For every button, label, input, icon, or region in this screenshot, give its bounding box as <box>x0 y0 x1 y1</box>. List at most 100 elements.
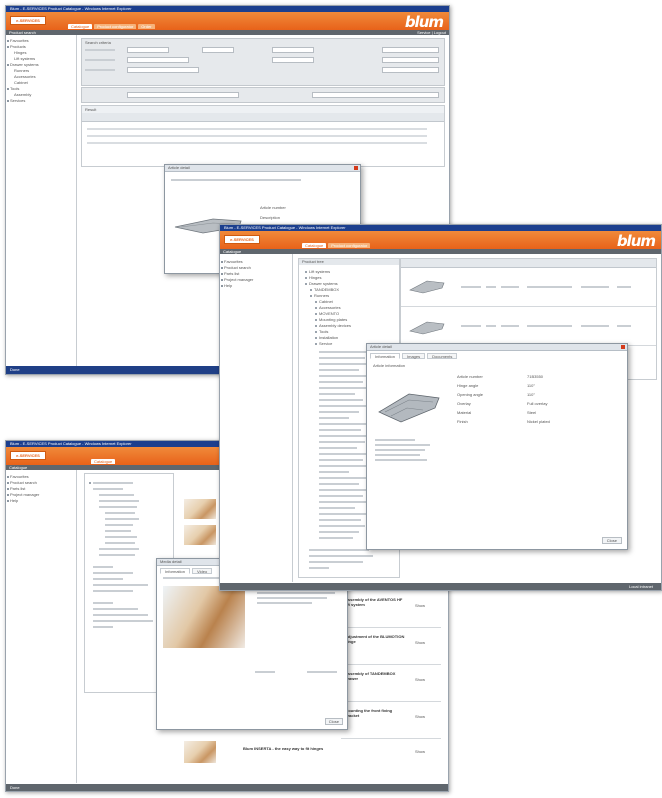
sidebar-item-label: Runners <box>14 68 30 73</box>
sidebar-item-help[interactable]: Help <box>220 283 292 289</box>
close-button[interactable]: Close <box>601 537 622 544</box>
media-title[interactable]: Assembly of the AVENTOS HF lift system <box>345 597 407 607</box>
status-text: Local intranet <box>628 584 653 589</box>
status-text: Done <box>10 785 20 790</box>
tab-information[interactable]: Information <box>160 568 191 574</box>
media-row[interactable]: Mounting the front fixing bracket Show <box>341 702 441 739</box>
bullet-icon <box>7 494 9 496</box>
show-link[interactable]: Show <box>415 603 425 608</box>
media-title[interactable]: Adjustment of the BLUMOTION hinge <box>345 634 407 644</box>
media-list: Assembly of the AVENTOS HF lift system S… <box>341 591 441 739</box>
media-title[interactable]: Mounting the front fixing bracket <box>345 708 407 718</box>
media-title[interactable]: Assembly of TANDEMBOX drawer <box>345 671 407 681</box>
media-thumbnail[interactable] <box>184 525 216 545</box>
table-row[interactable] <box>87 128 427 130</box>
tab-product-configurator[interactable]: Product configurator <box>328 243 371 248</box>
bullet-icon <box>221 261 223 263</box>
media-thumbnail[interactable] <box>184 741 216 763</box>
dialog-subtitle <box>171 179 301 181</box>
table-row[interactable] <box>401 268 656 307</box>
dialog-text <box>257 597 327 599</box>
search-input-8[interactable] <box>127 67 199 73</box>
sidebar-item-help[interactable]: Help <box>6 498 76 504</box>
sidebar-item-label: Products <box>10 44 26 49</box>
table-row[interactable] <box>87 135 427 137</box>
window-title: Blum - E-SERVICES Product Catalogue - Wi… <box>10 6 132 11</box>
hinge-thumbnail[interactable] <box>409 319 445 335</box>
article-detail-dialog: Article detail Information Images Docume… <box>366 343 628 550</box>
media-row-bottom[interactable]: Blum INSERTA - the easy way to fit hinge… <box>231 743 441 767</box>
search-input-9[interactable] <box>382 67 439 73</box>
filter-input-1[interactable] <box>127 92 239 98</box>
bullet-icon <box>7 100 9 102</box>
close-icon[interactable] <box>354 166 358 170</box>
media-title[interactable]: Blum INSERTA - the easy way to fit hinge… <box>243 746 393 751</box>
search-input-7[interactable] <box>382 57 439 63</box>
attribute-row: Article number 71B3550 <box>457 374 544 379</box>
tab-documents[interactable]: Documents <box>427 353 458 359</box>
sidebar-item-label: Services <box>10 98 26 103</box>
bullet-icon <box>7 46 9 48</box>
search-input-1[interactable] <box>127 47 169 53</box>
bullet-icon <box>221 273 223 275</box>
search-criteria-heading: Search criteria <box>85 40 111 45</box>
bullet-icon <box>7 64 9 66</box>
result-table: Result <box>81 105 445 167</box>
dialog-attribute-row: Article number <box>260 205 286 210</box>
bullet-icon <box>221 279 223 281</box>
search-input-2[interactable] <box>202 47 234 53</box>
search-input-6[interactable] <box>272 57 314 63</box>
app-logo: e-SERVICES <box>224 235 260 244</box>
field-label <box>85 49 115 51</box>
tab-product-configurator[interactable]: Product configurator <box>94 24 137 29</box>
close-icon[interactable] <box>621 345 625 349</box>
bullet-icon <box>221 267 223 269</box>
sidebar-item-services[interactable]: Services <box>6 98 76 104</box>
search-input-3[interactable] <box>272 47 314 53</box>
bullet-icon <box>7 482 9 484</box>
sidebar-item-label: Tools <box>10 86 20 91</box>
dialog-title: Article detail <box>168 165 190 170</box>
app-logo: e-SERVICES <box>10 16 46 25</box>
blum-logo: blum <box>404 13 444 31</box>
close-button[interactable]: Close <box>324 718 343 725</box>
search-input-5[interactable] <box>127 57 189 63</box>
sidebar: Favourites Products Hinges Lift systems … <box>6 35 77 366</box>
tab-images[interactable]: Images <box>402 353 426 359</box>
tab-catalogue[interactable]: Catalogue <box>91 459 116 464</box>
hinge-thumbnail[interactable] <box>409 278 445 294</box>
sidebar: Favourites Product search Parts list Pro… <box>220 254 293 582</box>
dialog-tabs: Information Images Documents <box>367 351 627 359</box>
search-input-4[interactable] <box>382 47 439 53</box>
show-link[interactable]: Show <box>415 714 425 719</box>
tab-information[interactable]: Information <box>370 353 401 359</box>
tab-video[interactable]: Video <box>192 568 213 574</box>
table-row[interactable] <box>87 142 427 144</box>
media-thumbnail[interactable] <box>184 499 216 519</box>
dialog-title-bar: Article detail <box>165 165 360 172</box>
show-link[interactable]: Show <box>415 640 425 645</box>
show-link[interactable]: Show <box>415 749 425 754</box>
media-row[interactable]: Assembly of the AVENTOS HF lift system S… <box>341 591 441 628</box>
main-tabs: Catalogue Product configurator Order <box>68 24 155 29</box>
attribute-row: Opening angle 110° <box>457 392 535 397</box>
tab-order[interactable]: Order <box>138 24 155 29</box>
attribute-row: Finish Nickel plated <box>457 419 550 424</box>
filter-input-2[interactable] <box>312 92 439 98</box>
tab-catalogue[interactable]: Catalogue <box>68 24 93 29</box>
tab-catalogue[interactable]: Catalogue <box>302 243 327 248</box>
hinge-product-image <box>378 393 440 423</box>
window-title: Blum - E-SERVICES Product Catalogue - Wi… <box>224 225 346 230</box>
media-row[interactable]: Adjustment of the BLUMOTION hinge Show <box>341 628 441 665</box>
dialog-notes <box>375 439 435 464</box>
table-row[interactable] <box>401 307 656 346</box>
show-link[interactable]: Show <box>415 677 425 682</box>
sidebar-item-label: Accessories <box>14 74 36 79</box>
dialog-title: Article detail <box>370 344 392 349</box>
main-tabs: Catalogue <box>91 459 116 464</box>
app-header: e-SERVICES blum Catalogue Product config… <box>6 12 449 31</box>
media-preview-image[interactable] <box>163 586 245 648</box>
bullet-icon <box>7 40 9 42</box>
sidebar: Favourites Product search Parts list Pro… <box>6 470 77 783</box>
media-row[interactable]: Assembly of TANDEMBOX drawer Show <box>341 665 441 702</box>
